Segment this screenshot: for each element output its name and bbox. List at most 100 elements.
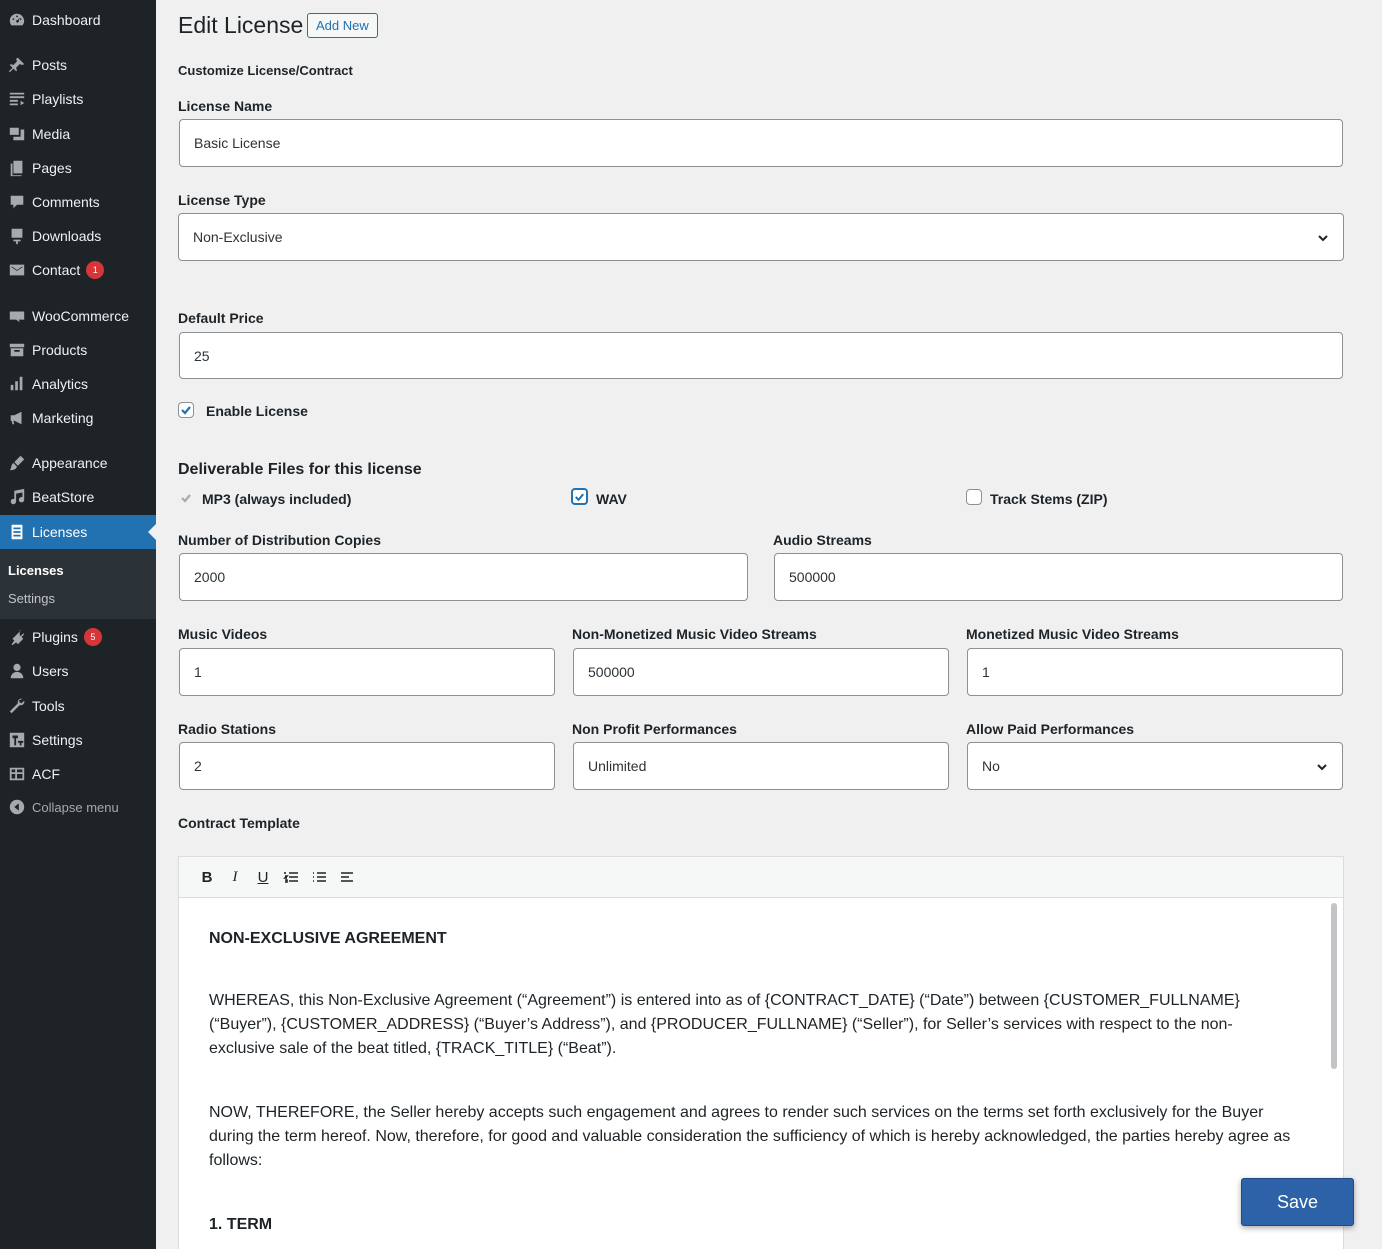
- plugin-icon: [0, 628, 32, 646]
- distribution-copies-value: 2000: [194, 569, 226, 585]
- sidebar-item-tools[interactable]: Tools: [0, 689, 156, 723]
- ordered-list-button[interactable]: [277, 863, 305, 891]
- add-new-button[interactable]: Add New: [307, 13, 378, 38]
- non-monetized-streams-input[interactable]: 500000: [573, 648, 949, 696]
- sidebar-item-label: Media: [32, 126, 71, 142]
- sidebar-item-label: Tools: [32, 698, 65, 714]
- sidebar-item-downloads[interactable]: Downloads: [0, 219, 156, 253]
- italic-button[interactable]: I: [221, 863, 249, 891]
- default-price-input[interactable]: 25: [179, 332, 1343, 379]
- checkmark-icon: [181, 406, 191, 415]
- paid-performances-value: No: [982, 758, 1000, 774]
- collapse-menu-button[interactable]: Collapse menu: [0, 790, 156, 824]
- sidebar-item-label: WooCommerce: [32, 308, 129, 324]
- bullet-list-button[interactable]: [305, 863, 333, 891]
- wav-checkbox[interactable]: [571, 488, 588, 505]
- submenu-item-licenses[interactable]: Licenses: [8, 563, 64, 578]
- comment-icon: [0, 193, 32, 211]
- sidebar-item-users[interactable]: Users: [0, 654, 156, 688]
- mp3-checkbox: [178, 490, 194, 506]
- license-type-select[interactable]: Non-Exclusive: [178, 213, 1344, 261]
- radio-stations-label: Radio Stations: [178, 721, 277, 737]
- sidebar-item-beatstore[interactable]: BeatStore: [0, 480, 156, 514]
- contract-editor[interactable]: B I U NON-EXCLUSIVE AGREEMENT WHEREAS, t…: [178, 856, 1344, 1249]
- sidebar-item-settings[interactable]: Settings: [0, 723, 156, 757]
- music-videos-value: 1: [194, 664, 202, 680]
- save-button[interactable]: Save: [1241, 1178, 1354, 1226]
- music-videos-input[interactable]: 1: [179, 648, 555, 696]
- archive-icon: [0, 341, 32, 359]
- bullet-list-icon: [313, 872, 326, 882]
- active-indicator: [148, 524, 156, 540]
- editor-scrollbar[interactable]: [1331, 903, 1337, 1069]
- agreement-section-term: 1. TERM: [209, 1216, 273, 1233]
- sidebar-item-products[interactable]: Products: [0, 333, 156, 367]
- sidebar-item-plugins[interactable]: Plugins 5: [0, 620, 156, 654]
- sidebar-item-licenses[interactable]: Licenses: [0, 515, 156, 549]
- sidebar-item-posts[interactable]: Posts: [0, 48, 156, 82]
- main-content: Edit License Add New Customize License/C…: [156, 0, 1382, 1249]
- monetized-streams-input[interactable]: 1: [967, 648, 1343, 696]
- sidebar-item-marketing[interactable]: Marketing: [0, 401, 156, 435]
- sidebar-item-appearance[interactable]: Appearance: [0, 446, 156, 480]
- wrench-icon: [0, 697, 32, 715]
- download-icon: [0, 227, 32, 245]
- sidebar-item-label: Settings: [32, 732, 83, 748]
- sidebar-item-label: ACF: [32, 766, 60, 782]
- sidebar-item-pages[interactable]: Pages: [0, 151, 156, 185]
- paid-performances-label: Allow Paid Performances: [966, 721, 1135, 737]
- distribution-copies-input[interactable]: 2000: [179, 553, 748, 601]
- sidebar-item-label: Posts: [32, 57, 68, 73]
- sidebar-item-label: Plugins: [32, 629, 78, 645]
- deliverables-heading: Deliverable Files for this license: [178, 461, 422, 478]
- sidebar-item-comments[interactable]: Comments: [0, 185, 156, 219]
- sidebar-item-label: Products: [32, 342, 88, 358]
- sidebar-item-label: Downloads: [32, 228, 102, 244]
- paid-performances-select[interactable]: No: [967, 742, 1343, 790]
- track-stems-checkbox[interactable]: [966, 489, 982, 505]
- track-stems-label: Track Stems (ZIP): [990, 491, 1108, 507]
- settings-icon: [0, 731, 32, 749]
- audio-streams-input[interactable]: 500000: [774, 553, 1343, 601]
- collapse-label: Collapse menu: [32, 799, 119, 815]
- enable-license-checkbox[interactable]: [178, 402, 194, 418]
- submenu-item-settings[interactable]: Settings: [8, 591, 55, 606]
- license-name-input[interactable]: Basic License: [179, 119, 1343, 167]
- license-type-label: License Type: [178, 192, 266, 208]
- default-price-value: 25: [194, 347, 210, 364]
- agreement-paragraph-1: WHEREAS, this Non-Exclusive Agreement (“…: [209, 992, 1240, 1057]
- sidebar-item-label: Playlists: [32, 91, 84, 107]
- sidebar-item-acf[interactable]: ACF: [0, 757, 156, 791]
- licenses-submenu: Licenses Settings: [0, 549, 156, 619]
- distribution-copies-label: Number of Distribution Copies: [178, 532, 381, 548]
- monetized-streams-value: 1: [982, 664, 990, 680]
- align-left-button[interactable]: [333, 863, 361, 891]
- music-note-icon: [0, 488, 32, 506]
- user-icon: [0, 662, 32, 680]
- bold-button[interactable]: B: [193, 863, 221, 891]
- license-name-label: License Name: [178, 98, 273, 114]
- non-profit-performances-value: Unlimited: [588, 758, 647, 774]
- pages-icon: [0, 159, 32, 177]
- default-price-label: Default Price: [178, 310, 264, 326]
- sidebar-item-label: BeatStore: [32, 489, 95, 505]
- bar-chart-icon: [0, 375, 32, 393]
- radio-stations-value: 2: [194, 758, 202, 774]
- sidebar-item-contact[interactable]: Contact 1: [0, 253, 156, 287]
- non-monetized-streams-label: Non-Monetized Music Video Streams: [572, 626, 817, 642]
- underline-button[interactable]: U: [249, 863, 277, 891]
- pin-icon: [0, 56, 32, 74]
- collapse-icon: [0, 798, 32, 816]
- megaphone-icon: [0, 409, 32, 427]
- playlist-icon: [0, 90, 32, 108]
- sidebar-item-playlists[interactable]: Playlists: [0, 82, 156, 116]
- sidebar-item-label: Dashboard: [32, 12, 101, 28]
- audio-streams-value: 500000: [789, 569, 836, 585]
- woocommerce-icon: [0, 307, 32, 325]
- non-profit-performances-input[interactable]: Unlimited: [573, 742, 949, 790]
- sidebar-item-analytics[interactable]: Analytics: [0, 367, 156, 401]
- sidebar-item-media[interactable]: Media: [0, 117, 156, 151]
- sidebar-item-woocommerce[interactable]: WooCommerce: [0, 299, 156, 333]
- radio-stations-input[interactable]: 2: [179, 742, 555, 790]
- sidebar-item-dashboard[interactable]: Dashboard: [0, 3, 156, 37]
